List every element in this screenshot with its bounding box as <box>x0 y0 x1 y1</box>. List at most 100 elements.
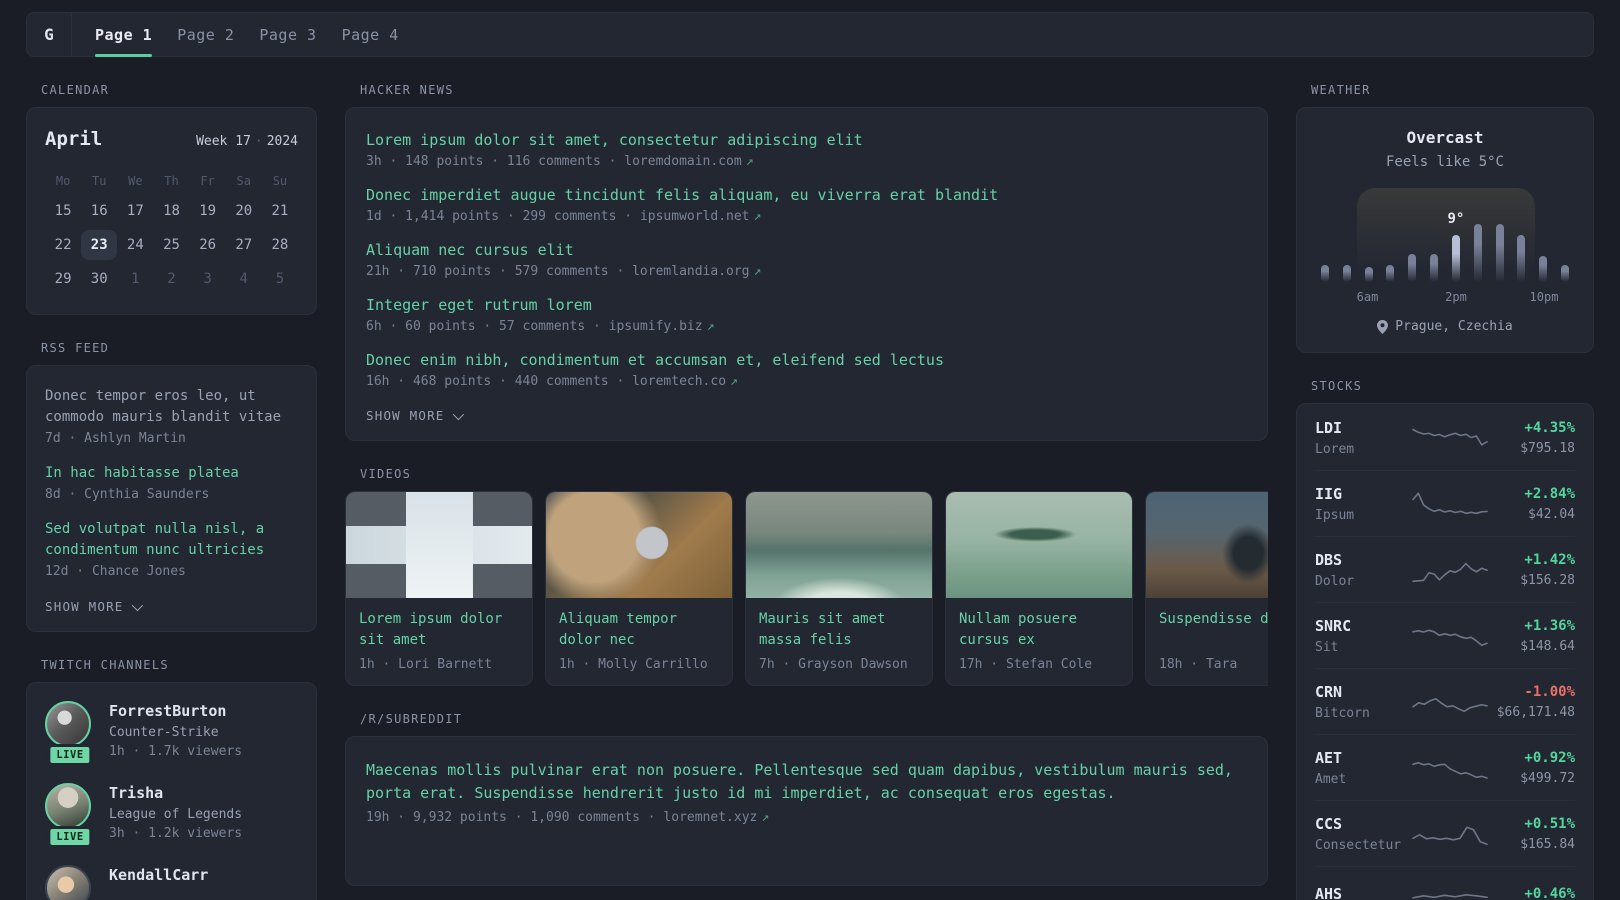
video-thumbnail[interactable] <box>746 492 932 598</box>
subreddit-card: Maecenas mollis pulvinar erat non posuer… <box>345 736 1268 886</box>
video-card[interactable]: Suspendisse diam 18h · Tara <box>1145 491 1268 686</box>
right-column: WEATHER Overcast Feels like 5°C 9° 6am 2… <box>1296 83 1594 900</box>
calendar-day-next-month: 1 <box>131 271 140 287</box>
stock-name: Ipsum <box>1315 508 1355 523</box>
rss-item-meta: 12d · Chance Jones <box>45 564 186 579</box>
stock-symbol: AET <box>1315 749 1343 767</box>
video-title[interactable]: Nullam posuere cursus ex <box>959 609 1119 651</box>
stock-sparkline <box>1411 894 1488 899</box>
videos-carousel: Lorem ipsum dolor sit amet consectetu… 1… <box>345 491 1268 686</box>
stock-row[interactable]: AHS +0.46% <box>1315 866 1575 900</box>
rss-item-meta: 8d · Cynthia Saunders <box>45 487 210 502</box>
stock-row[interactable]: AET Amet +0.92% $499.72 <box>1315 734 1575 800</box>
hn-story-title[interactable]: Lorem ipsum dolor sit amet, consectetur … <box>366 130 1247 151</box>
twitch-channel-name[interactable]: ForrestBurton <box>109 702 242 720</box>
stock-change: +4.35% <box>1524 420 1575 436</box>
twitch-channel-name[interactable]: KendallCarr <box>109 866 208 884</box>
stock-name: Sit <box>1315 640 1339 655</box>
stock-sparkline <box>1411 698 1488 713</box>
reddit-post: Maecenas mollis pulvinar erat non posuer… <box>366 759 1247 825</box>
hn-show-more-button[interactable]: SHOW MORE <box>366 408 464 423</box>
tab-page-3[interactable]: Page 3 <box>259 13 316 56</box>
weekday-label: Fr <box>200 174 215 188</box>
subreddit-section-label: /R/SUBREDDIT <box>360 712 463 726</box>
stock-row[interactable]: DBS Dolor +1.42% $156.28 <box>1315 536 1575 602</box>
twitch-channel-row[interactable]: LIVE ForrestBurton Counter-Strike 1h · 1… <box>45 701 298 766</box>
calendar-widget: CALENDAR April Week 17 · 2024 Mo Tu We Th … <box>26 83 317 315</box>
calendar-grid: Mo Tu We Th Fr Sa Su 15 16 17 18 19 20 2… <box>45 170 298 294</box>
video-thumbnail[interactable] <box>946 492 1132 598</box>
stock-row[interactable]: CCS Consectetur +0.51% $165.84 <box>1315 800 1575 866</box>
hn-story-title[interactable]: Donec imperdiet augue tincidunt felis al… <box>366 185 1247 206</box>
rss-show-more-button[interactable]: SHOW MORE <box>45 599 143 614</box>
weather-location: Prague, Czechia <box>1395 319 1513 334</box>
calendar-day-next-month: 3 <box>203 271 212 287</box>
rss-item-title[interactable]: In hac habitasse platea <box>45 463 298 484</box>
weather-card: Overcast Feels like 5°C 9° 6am 2pm 10pm <box>1296 107 1594 353</box>
tab-page-4[interactable]: Page 4 <box>342 13 399 56</box>
weather-time-label: 10pm <box>1529 290 1559 304</box>
calendar-year: 2024 <box>266 134 298 149</box>
stock-change: +2.84% <box>1524 486 1575 502</box>
calendar-week-year: Week 17 · 2024 <box>196 134 298 149</box>
calendar-day: 15 <box>54 203 72 219</box>
stock-row[interactable]: LDI Lorem +4.35% $795.18 <box>1315 405 1575 470</box>
rss-item-title[interactable]: Donec tempor eros leo, ut commodo mauris… <box>45 386 298 428</box>
twitch-channel-row[interactable]: LIVE Trisha League of Legends 3h · 1.2k … <box>45 783 298 848</box>
stock-row[interactable]: SNRC Sit +1.36% $148.64 <box>1315 602 1575 668</box>
video-meta: 1h · Molly Carrillo <box>559 657 708 672</box>
calendar-week-label: Week 17 <box>196 134 251 149</box>
stock-symbol: AHS <box>1315 884 1343 900</box>
weather-widget: WEATHER Overcast Feels like 5°C 9° 6am 2… <box>1296 83 1594 353</box>
hn-story-meta: 21h · 710 points · 579 comments · loreml… <box>366 264 1247 279</box>
video-title[interactable]: Suspendisse diam <box>1159 609 1268 651</box>
tab-page-2[interactable]: Page 2 <box>177 13 234 56</box>
video-thumbnail[interactable] <box>1146 492 1268 598</box>
video-card[interactable]: Nullam posuere cursus ex 17h · Stefan Co… <box>945 491 1133 686</box>
hn-story-domain-link[interactable]: ipsumify.biz <box>609 319 703 334</box>
hn-story-domain-link[interactable]: ipsumworld.net <box>640 209 750 224</box>
reddit-post-title[interactable]: Maecenas mollis pulvinar erat non posuer… <box>366 759 1247 805</box>
rss-item-title[interactable]: Sed volutpat nulla nisl, a condimentum n… <box>45 519 298 561</box>
stock-row[interactable]: CRN Bitcorn -1.00% $66,171.48 <box>1315 668 1575 734</box>
external-link-icon: ↗ <box>745 154 754 169</box>
hn-story-title[interactable]: Aliquam nec cursus elit <box>366 240 1247 261</box>
video-card[interactable]: Aliquam tempor dolor nec pharetra… 1h · … <box>545 491 733 686</box>
hn-story-domain-link[interactable]: loremtech.co <box>632 374 726 389</box>
subreddit-widget: /R/SUBREDDIT Maecenas mollis pulvinar er… <box>345 712 1268 886</box>
stock-price: $499.72 <box>1520 771 1575 786</box>
stock-symbol: LDI <box>1315 419 1343 437</box>
twitch-channel-name[interactable]: Trisha <box>109 784 242 802</box>
twitch-avatar-wrap: LIVE <box>45 783 95 848</box>
video-card[interactable]: Lorem ipsum dolor sit amet consectetu… 1… <box>345 491 533 686</box>
hacker-news-widget: HACKER NEWS Lorem ipsum dolor sit amet, … <box>345 83 1268 441</box>
calendar-day: 21 <box>271 203 289 219</box>
reddit-post-stats: 19h · 9,932 points · 1,090 comments · <box>366 810 664 825</box>
hn-story-domain-link[interactable]: loremdomain.com <box>624 154 741 169</box>
hacker-news-section-label: HACKER NEWS <box>360 83 454 97</box>
rss-item: Sed volutpat nulla nisl, a condimentum n… <box>45 519 298 579</box>
hn-story-title[interactable]: Donec enim nibh, condimentum et accumsan… <box>366 350 1247 371</box>
hn-story-domain-link[interactable]: loremlandia.org <box>632 264 749 279</box>
middle-column: HACKER NEWS Lorem ipsum dolor sit amet, … <box>345 83 1268 900</box>
stock-price: $148.64 <box>1520 639 1575 654</box>
video-thumbnail[interactable] <box>346 492 532 598</box>
twitch-channel-row[interactable]: KendallCarr <box>45 865 298 900</box>
weekday-label: Su <box>272 174 288 188</box>
hn-story: Donec enim nibh, condimentum et accumsan… <box>366 350 1247 389</box>
twitch-card: LIVE ForrestBurton Counter-Strike 1h · 1… <box>26 682 317 900</box>
video-card[interactable]: Mauris sit amet massa felis 7h · Grayson… <box>745 491 933 686</box>
video-title[interactable]: Aliquam tempor dolor nec pharetra… <box>559 609 719 651</box>
hn-story-title[interactable]: Integer eget rutrum lorem <box>366 295 1247 316</box>
stock-row[interactable]: IIG Ipsum +2.84% $42.04 <box>1315 470 1575 536</box>
stock-name: Amet <box>1315 772 1347 787</box>
external-link-icon: ↗ <box>730 374 738 389</box>
video-title[interactable]: Lorem ipsum dolor sit amet consectetu… <box>359 609 519 651</box>
reddit-post-domain-link[interactable]: loremnet.xyz <box>663 810 757 825</box>
hn-story: Aliquam nec cursus elit 21h · 710 points… <box>366 240 1247 279</box>
video-title[interactable]: Mauris sit amet massa felis <box>759 609 919 651</box>
tab-page-1[interactable]: Page 1 <box>95 13 153 57</box>
video-thumbnail[interactable] <box>546 492 732 598</box>
hn-story-stats: 1d · 1,414 points · 299 comments · <box>366 209 640 224</box>
chevron-down-icon <box>452 408 464 420</box>
